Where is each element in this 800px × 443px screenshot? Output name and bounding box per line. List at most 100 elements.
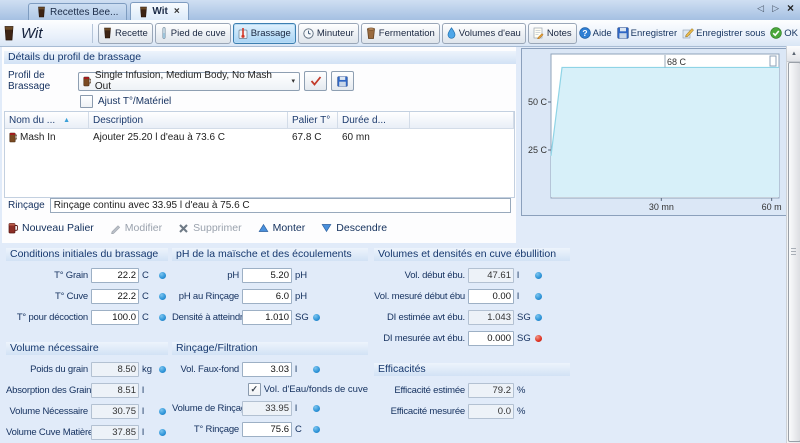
field-vol-eau-fonds-cuve: ✓ Vol. d'Eau/fonds de cuve (172, 380, 368, 398)
combobox-value: Single Infusion, Medium Body, No Mash Ou… (95, 70, 288, 92)
field-ph: pH pH (172, 265, 368, 286)
faux-fond-input[interactable] (242, 362, 292, 377)
tab-wit[interactable]: Wit × (130, 2, 188, 20)
nouveau-palier-button[interactable]: Nouveau Palier (8, 222, 94, 234)
scrollbar-thumb[interactable] (788, 62, 800, 442)
ok-button[interactable]: OK (770, 27, 798, 39)
column-header-description[interactable]: Description (89, 112, 288, 128)
mash-profile-combobox[interactable]: Single Infusion, Medium Body, No Mash Ou… (78, 72, 300, 91)
action-label: Enregistrer sous (696, 28, 765, 39)
profile-row: Profil de Brassage Single Infusion, Medi… (8, 70, 354, 92)
column-header-duree[interactable]: Durée d... (338, 112, 410, 128)
field-volume-rincage: Volume de Rinçage l (172, 398, 368, 419)
field-poids-grain: Poids du grain kg (6, 359, 168, 380)
form-column-ebullition: Volumes et densités en cuve ébullition V… (374, 248, 570, 422)
brewing-app-window: Recettes Bee... Wit × ◁ ▷ × Wit Recette … (0, 0, 800, 443)
field-t-cuve: T° Cuve C (6, 286, 168, 307)
field-efficacite-mesuree: Efficacité mesurée % (374, 401, 570, 422)
save-profile-button[interactable] (331, 71, 354, 91)
linked-value-dot (535, 293, 542, 300)
edit-profile-button[interactable] (304, 71, 327, 91)
di-mesuree-input[interactable] (468, 331, 514, 346)
column-header-nom[interactable]: Nom du ... ▲ (5, 112, 89, 128)
save-disk-icon (337, 76, 348, 87)
tab-recettes[interactable]: Recettes Bee... (28, 3, 127, 20)
t-cuve-input[interactable] (91, 289, 139, 304)
field-ph-rincage: pH au Rinçage pH (172, 286, 368, 307)
ph-input[interactable] (242, 268, 292, 283)
save-as-pencil-icon (682, 27, 694, 39)
linked-value-dot (313, 366, 320, 373)
field-densite-atteindre: Densité à atteindre SG (172, 307, 368, 328)
beer-glass-icon (37, 6, 46, 18)
efficacite-mesuree-input (468, 404, 514, 419)
field-vol-debut-ebu: Vol. début ébu. l (374, 265, 570, 286)
nav-back-icon[interactable]: ◁ (757, 3, 764, 14)
view-tab-recette[interactable]: Recette (98, 23, 153, 44)
table-header-row: Nom du ... ▲ Description Palier T° Durée… (5, 112, 514, 129)
page-title: Wit (21, 25, 43, 42)
test-tube-icon (160, 27, 168, 39)
linked-value-dot (159, 293, 166, 300)
enregistrer-sous-button[interactable]: Enregistrer sous (682, 27, 765, 39)
tab-close-icon[interactable]: × (174, 6, 180, 17)
view-tab-pied-de-cuve[interactable]: Pied de cuve (155, 23, 231, 44)
section-title-conditions: Conditions initiales du brassage (6, 248, 168, 261)
svg-text:60 m: 60 m (762, 202, 782, 212)
tab-label: Wit (152, 6, 167, 17)
t-rincage-input[interactable] (242, 422, 292, 437)
beer-mug-icon (83, 76, 91, 87)
monter-button[interactable]: Monter (258, 222, 306, 234)
view-tab-notes[interactable]: Notes (528, 23, 577, 44)
rincage-field[interactable] (50, 198, 511, 213)
descendre-button[interactable]: Descendre (321, 222, 387, 234)
field-di-mesuree: DI mesurée avt ébu. SG (374, 328, 570, 349)
tab-nav-controls: ◁ ▷ × (757, 3, 794, 14)
adjust-temp-row: Ajust T°/Matériel (80, 95, 171, 108)
action-label: Aide (593, 28, 612, 39)
move-down-icon (321, 223, 332, 233)
view-tab-volumes-eau[interactable]: Volumes d'eau (442, 23, 526, 44)
t-grain-input[interactable] (91, 268, 139, 283)
scrollbar-up-button[interactable]: ▲ (787, 46, 800, 62)
clock-icon (303, 28, 314, 39)
form-column-ph: pH de la maïsche et des écoulements pH p… (172, 248, 368, 440)
densite-input[interactable] (242, 310, 292, 325)
fermenter-bucket-icon (366, 27, 376, 39)
linked-value-dot (159, 314, 166, 321)
aide-button[interactable]: ? Aide (579, 27, 612, 39)
vol-eau-fonds-checkbox[interactable]: ✓ (248, 383, 261, 396)
field-vol-faux-fond: Vol. Faux-fond l (172, 359, 368, 380)
field-t-rincage: T° Rinçage C (172, 419, 368, 440)
main-toolbar: Wit Recette Pied de cuve Brassage Minute… (0, 20, 800, 47)
vertical-scrollbar[interactable]: ▲ (786, 46, 800, 443)
chevron-down-icon: ▾ (291, 77, 295, 85)
svg-text:68 C: 68 C (667, 57, 687, 67)
linked-value-dot (313, 314, 320, 321)
view-tab-label: Recette (115, 28, 148, 39)
linked-value-dot (159, 408, 166, 415)
nav-close-icon[interactable]: × (787, 4, 794, 13)
adjust-temp-checkbox[interactable] (80, 95, 93, 108)
action-label: OK (784, 28, 798, 39)
enregistrer-button[interactable]: Enregistrer (617, 27, 677, 39)
field-t-grain: T° Grain C (6, 265, 168, 286)
view-tab-brassage[interactable]: Brassage (233, 23, 296, 44)
t-decoction-input[interactable] (91, 310, 139, 325)
move-up-icon (258, 223, 269, 233)
vol-mesure-debut-ebu-input[interactable] (468, 289, 514, 304)
volume-rincage-input (242, 401, 292, 416)
view-tab-label: Notes (547, 28, 572, 39)
di-estimee-input (468, 310, 514, 325)
ph-rincage-input[interactable] (242, 289, 292, 304)
view-tab-label: Brassage (251, 28, 291, 39)
column-header-palier[interactable]: Palier T° (288, 112, 338, 128)
view-tab-fermentation[interactable]: Fermentation (361, 23, 440, 44)
save-icon (617, 27, 629, 39)
nav-forward-icon[interactable]: ▷ (772, 3, 779, 14)
table-row-mash-in[interactable]: Mash In Ajouter 25.20 l d'eau à 73.6 C 6… (5, 129, 514, 145)
view-tab-minuteur[interactable]: Minuteur (298, 23, 359, 44)
field-volume-cuve-matiere: Volume Cuve Matière l (6, 422, 168, 443)
linked-value-dot (159, 366, 166, 373)
toolbar-separator (92, 24, 93, 43)
